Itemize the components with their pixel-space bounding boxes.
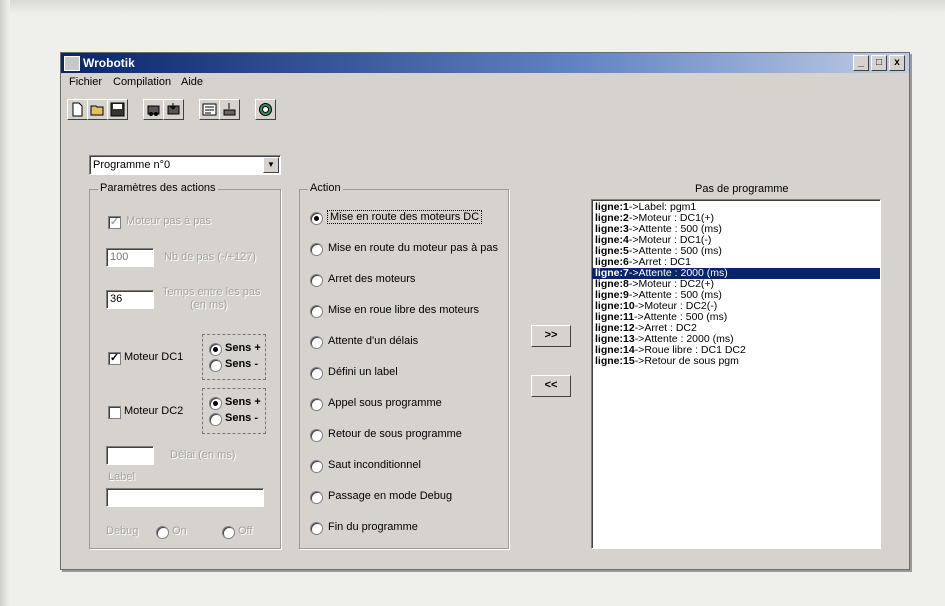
action-option-label: Saut inconditionnel — [328, 459, 421, 471]
action-legend: Action — [308, 182, 343, 194]
dc1-checkbox[interactable]: ✓ — [108, 352, 121, 365]
remove-step-button[interactable]: << — [531, 375, 571, 397]
action-radio[interactable] — [310, 398, 323, 411]
dc2-label: Moteur DC2 — [124, 405, 184, 417]
action-group: Action Mise en route des moteurs DC Mise … — [299, 182, 509, 549]
debug-label: Debug — [106, 525, 139, 537]
dc1-direction-box: Sens + Sens - — [202, 334, 266, 380]
menu-fichier[interactable]: Fichier — [69, 76, 102, 88]
action-radio[interactable] — [310, 367, 323, 380]
menu-compilation[interactable]: Compilation — [113, 76, 171, 88]
dc1-sens-minus-radio[interactable] — [209, 359, 222, 372]
program-select[interactable]: Programme n°0 ▼ — [89, 155, 281, 175]
step-delay-label-1: Temps entre les pas — [162, 286, 261, 298]
dc2-checkbox[interactable] — [108, 406, 121, 419]
title-bar[interactable]: Wrobotik _ □ x — [61, 53, 909, 73]
dc2-sens-plus-radio[interactable] — [209, 397, 222, 410]
step-delay-value: 36 — [110, 293, 123, 305]
action-radio[interactable] — [310, 274, 323, 287]
dc1-sens-plus-label: Sens + — [225, 342, 261, 354]
action-radio[interactable] — [310, 336, 323, 349]
step-motor-label: Moteur pas à pas — [126, 215, 211, 227]
label-input[interactable] — [106, 488, 264, 507]
debug-on-label: On — [172, 525, 187, 537]
action-radio[interactable] — [310, 491, 323, 504]
dc2-sens-plus-label: Sens + — [225, 396, 261, 408]
action-option-label: Appel sous programme — [328, 397, 442, 409]
action-option-label: Mise en roue libre des moteurs — [328, 304, 480, 316]
dc2-sens-minus-label: Sens - — [225, 412, 259, 424]
action-radio[interactable] — [310, 522, 323, 535]
program-select-value: Programme n°0 — [93, 159, 171, 171]
page-shadow-top — [0, 0, 945, 14]
app-window: Wrobotik _ □ x Fichier Compilation Aide … — [60, 52, 910, 570]
menu-aide[interactable]: Aide — [181, 76, 203, 88]
params-legend: Paramètres des actions — [98, 182, 218, 194]
action-radio[interactable] — [310, 429, 323, 442]
dc1-label: Moteur DC1 — [124, 351, 184, 363]
open-icon[interactable] — [87, 99, 108, 120]
maximize-button[interactable]: □ — [871, 55, 887, 71]
debug-off-radio[interactable] — [222, 526, 235, 539]
window-title: Wrobotik — [83, 56, 135, 70]
step-line-number: ligne:15 — [595, 355, 635, 367]
steps-rows: ligne:1->Label: pgm1 ligne:2->Moteur : DC… — [592, 200, 880, 367]
dc2-sens-minus-radio[interactable] — [209, 413, 222, 426]
chevron-down-icon[interactable]: ▼ — [263, 157, 279, 173]
step-count-input[interactable]: 100 — [106, 248, 154, 267]
delay-label: Délai (en ms) — [170, 449, 236, 461]
app-icon — [64, 56, 80, 71]
compile-icon[interactable] — [199, 99, 220, 120]
toolbar — [67, 99, 367, 125]
robot-save-icon[interactable] — [163, 99, 184, 120]
dc1-sens-plus-radio[interactable] — [209, 343, 222, 356]
action-radio[interactable] — [310, 460, 323, 473]
step-line-text: ->Retour de sous pgm — [634, 355, 739, 367]
debug-off-label: Off — [238, 525, 253, 537]
params-group: Paramètres des actions ✓ Moteur pas à pa… — [89, 182, 281, 549]
download-icon[interactable] — [219, 99, 240, 120]
action-radio[interactable] — [310, 212, 323, 225]
robot-load-icon[interactable] — [143, 99, 164, 120]
action-option-label: Passage en mode Debug — [328, 490, 453, 502]
menu-bar: Fichier Compilation Aide — [61, 75, 909, 91]
action-option-label: Attente d'un délais — [328, 335, 419, 347]
help-icon[interactable] — [255, 99, 276, 120]
dc2-direction-box: Sens + Sens - — [202, 388, 266, 434]
window-controls: _ □ x — [853, 55, 905, 71]
page-shadow-left — [0, 0, 10, 606]
step-delay-label-2: (en ms) — [190, 299, 228, 311]
close-button[interactable]: x — [889, 55, 905, 71]
action-option-label: Retour de sous programme — [328, 428, 462, 440]
dc1-sens-minus-label: Sens - — [225, 358, 259, 370]
step-motor-checkbox[interactable]: ✓ — [108, 216, 121, 229]
steps-listbox[interactable]: ligne:1->Label: pgm1 ligne:2->Moteur : DC… — [591, 199, 881, 549]
debug-on-radio[interactable] — [156, 526, 169, 539]
action-option-label: Fin du programme — [328, 521, 418, 533]
add-step-button[interactable]: >> — [531, 325, 571, 347]
action-option-label: Défini un label — [328, 366, 398, 378]
save-icon[interactable] — [107, 99, 128, 120]
action-radio[interactable] — [310, 243, 323, 256]
action-option-label: Mise en route des moteurs DC — [326, 210, 483, 224]
new-icon[interactable] — [67, 99, 88, 120]
step-count-value: 100 — [110, 251, 129, 263]
action-radio[interactable] — [310, 305, 323, 318]
delay-input[interactable] — [106, 446, 154, 465]
action-option-label: Arret des moteurs — [328, 273, 416, 285]
minimize-button[interactable]: _ — [853, 55, 869, 71]
step-delay-input[interactable]: 36 — [106, 290, 154, 309]
label-caption: Label — [108, 471, 135, 483]
steps-title: Pas de programme — [695, 183, 789, 195]
step-count-label: Nb de pas (-/+127) — [164, 251, 257, 263]
step-row[interactable]: ligne:15->Retour de sous pgm — [592, 356, 880, 367]
action-option-label: Mise en route du moteur pas à pas — [328, 242, 498, 254]
